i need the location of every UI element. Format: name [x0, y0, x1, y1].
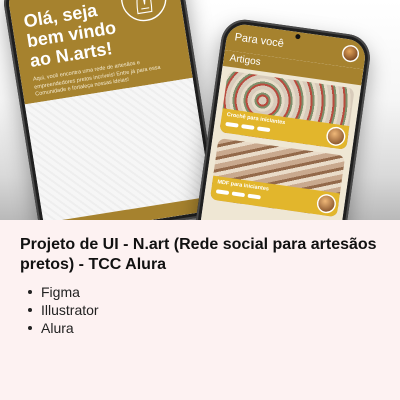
- welcome-background-pattern: [24, 77, 214, 220]
- phone-mockup-welcome: Olá, seja bem vindo ao N.arts! Aqui, voc…: [0, 0, 220, 220]
- bullet-icon: [28, 325, 32, 330]
- tool-item-label: Alura: [41, 319, 74, 336]
- feed-header-title: Para você: [233, 31, 285, 51]
- tag-chip: [215, 189, 230, 195]
- phone-mockup-feed: Para você Artigos Crochê para iniciantes: [193, 16, 373, 220]
- feed-screen: Para você Artigos Crochê para iniciantes: [198, 22, 368, 220]
- tag-chip: [231, 191, 246, 198]
- tag-chip: [241, 124, 255, 130]
- tag-chip: [247, 193, 261, 200]
- tool-item-label: Illustrator: [41, 301, 99, 318]
- tag-chip: [225, 121, 239, 128]
- bullet-icon: [28, 307, 32, 312]
- article-card: Crochê para iniciantes: [219, 70, 355, 150]
- tag-chip: [256, 126, 271, 133]
- project-title: Projeto de UI - N.art (Rede social para …: [20, 236, 377, 274]
- bullet-icon: [28, 289, 32, 294]
- tool-item: Illustrator: [28, 301, 380, 319]
- project-info: Projeto de UI - N.art (Rede social para …: [0, 220, 400, 400]
- user-avatar: [342, 45, 359, 62]
- tools-list: Figma Illustrator Alura: [20, 283, 380, 337]
- hands-ring-icon: [120, 0, 167, 22]
- tool-item: Alura: [28, 319, 380, 337]
- project-card[interactable]: Olá, seja bem vindo ao N.arts! Aqui, voc…: [0, 0, 400, 400]
- project-hero-image: Olá, seja bem vindo ao N.arts! Aqui, voc…: [0, 0, 400, 220]
- welcome-screen: Olá, seja bem vindo ao N.arts! Aqui, voc…: [6, 0, 214, 220]
- feed-body: Artigos Crochê para iniciantes MDF para …: [198, 50, 364, 220]
- tool-item-label: Figma: [41, 283, 80, 300]
- tool-item: Figma: [28, 283, 380, 301]
- article-card: MDF para iniciantes: [209, 138, 346, 218]
